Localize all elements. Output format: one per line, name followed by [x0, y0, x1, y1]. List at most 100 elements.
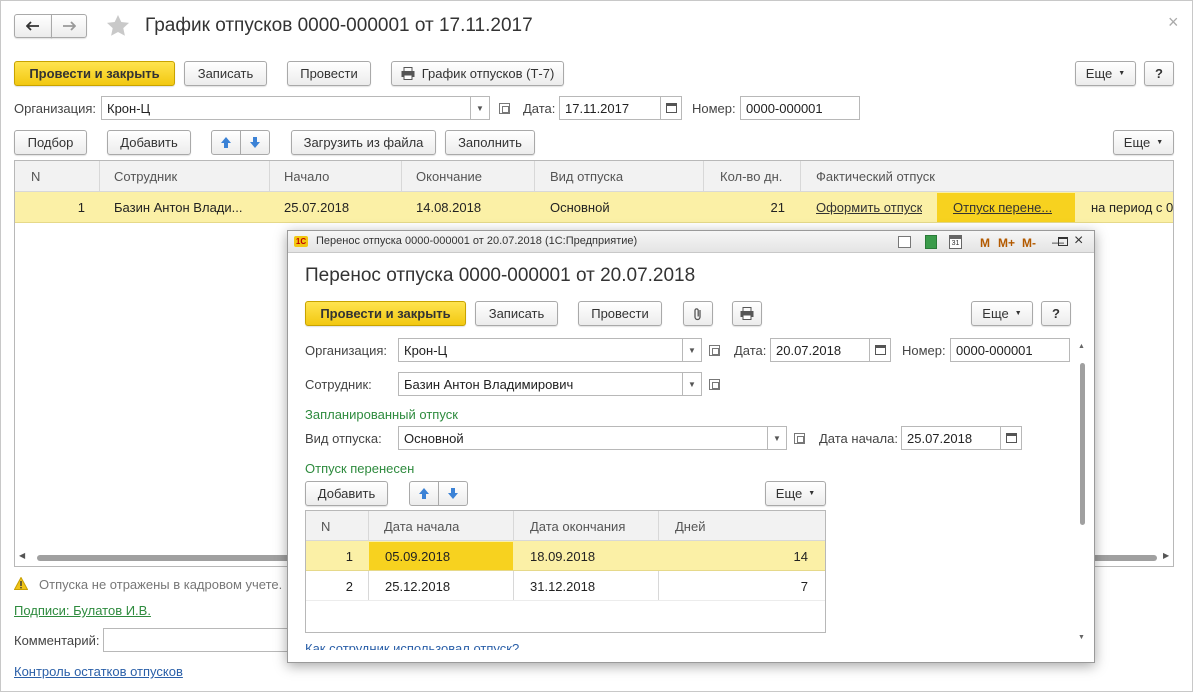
dialog-more-button[interactable]: Еще ▼	[971, 301, 1033, 326]
calendar-header-icon[interactable]: 31	[949, 235, 962, 249]
save-button[interactable]: Записать	[184, 61, 267, 86]
add-button[interactable]: Добавить	[107, 130, 191, 155]
col-employee[interactable]: Сотрудник	[114, 161, 177, 192]
kind-dropdown[interactable]: ▼	[767, 426, 787, 450]
scroll-right-icon[interactable]: ▶	[1163, 551, 1169, 560]
cell-end: 31.12.2018	[530, 578, 596, 594]
kind-open-icon[interactable]	[789, 426, 809, 450]
help-button[interactable]: ?	[1144, 61, 1174, 86]
table-more-button[interactable]: Еще ▼	[1113, 130, 1174, 155]
scroll-down-icon[interactable]: ▼	[1078, 634, 1085, 641]
dialog-date-field[interactable]: 20.07.2018	[770, 338, 870, 362]
memory-mplus-button[interactable]: M+	[998, 236, 1015, 250]
make-vacation-link[interactable]: Оформить отпуск	[816, 192, 922, 223]
col-actual[interactable]: Фактический отпуск	[816, 161, 935, 192]
memory-mminus-button[interactable]: M-	[1022, 236, 1036, 250]
chevron-down-icon: ▼	[1014, 310, 1022, 317]
chevron-down-icon: ▼	[808, 490, 816, 497]
col-days[interactable]: Дней	[675, 511, 705, 541]
dialog-move-down-button[interactable]	[438, 481, 468, 506]
org-field[interactable]: Крон-Ц	[101, 96, 471, 120]
transfer-table: N Дата начала Дата окончания Дней 1 05.0…	[305, 510, 826, 633]
print-preview-icon[interactable]	[898, 236, 911, 248]
col-kind[interactable]: Вид отпуска	[550, 161, 623, 192]
dialog-save-button[interactable]: Записать	[475, 301, 558, 326]
chevron-down-icon: ▼	[476, 103, 484, 113]
table-more-label: Еще	[1123, 135, 1151, 150]
cell-kind: Основной	[550, 200, 610, 215]
start-label: Дата начала:	[819, 431, 898, 446]
chevron-down-icon: ▼	[773, 433, 781, 443]
col-days[interactable]: Кол-во дн.	[720, 161, 782, 192]
col-start[interactable]: Начало	[284, 161, 329, 192]
transferred-group-title: Отпуск перенесен	[305, 461, 415, 476]
transfer-link[interactable]: Отпуск перене...	[953, 192, 1052, 223]
control-balances-link[interactable]: Контроль остатков отпусков	[14, 664, 183, 679]
attach-button[interactable]	[683, 301, 713, 326]
org-open-icon[interactable]	[494, 96, 514, 120]
arrow-left-icon	[26, 21, 39, 31]
arrow-up-icon	[419, 488, 429, 499]
favorite-star-icon[interactable]	[105, 13, 131, 39]
usage-link[interactable]: Как сотрудник использовал отпуск?	[305, 641, 519, 650]
col-start-date[interactable]: Дата начала	[384, 511, 459, 541]
move-down-button[interactable]	[240, 130, 270, 155]
kind-field[interactable]: Основной	[398, 426, 768, 450]
post-and-close-button[interactable]: Провести и закрыть	[14, 61, 175, 86]
employee-open-icon[interactable]	[704, 372, 724, 396]
printer-icon	[401, 67, 415, 80]
dialog-org-dropdown[interactable]: ▼	[682, 338, 702, 362]
print-schedule-button[interactable]: График отпусков (Т-7)	[391, 61, 564, 86]
more-button[interactable]: Еще ▼	[1075, 61, 1136, 86]
start-field[interactable]: 25.07.2018	[901, 426, 1001, 450]
col-n[interactable]: N	[31, 161, 40, 192]
employee-label: Сотрудник:	[305, 377, 372, 392]
org-dropdown-button[interactable]: ▼	[470, 96, 490, 120]
employee-dropdown[interactable]: ▼	[682, 372, 702, 396]
col-end[interactable]: Окончание	[416, 161, 482, 192]
dialog-print-button[interactable]	[732, 301, 762, 326]
dialog-help-button[interactable]: ?	[1041, 301, 1071, 326]
move-up-button[interactable]	[211, 130, 241, 155]
calculator-icon[interactable]	[925, 235, 937, 249]
dialog-number-field[interactable]: 0000-000001	[950, 338, 1070, 362]
load-from-file-button[interactable]: Загрузить из файла	[291, 130, 436, 155]
dialog-org-field[interactable]: Крон-Ц	[398, 338, 683, 362]
dialog-post-button[interactable]: Провести	[578, 301, 662, 326]
back-button[interactable]	[14, 14, 52, 38]
dialog-post-close-button[interactable]: Провести и закрыть	[305, 301, 466, 326]
maximize-icon[interactable]	[1058, 237, 1068, 246]
pick-button[interactable]: Подбор	[14, 130, 87, 155]
number-field[interactable]: 0000-000001	[740, 96, 860, 120]
scroll-up-icon[interactable]: ▲	[1078, 343, 1085, 350]
signatures-link[interactable]: Подписи: Булатов И.В.	[14, 603, 151, 618]
dialog-table-more-button[interactable]: Еще ▼	[765, 481, 826, 506]
dialog-add-button[interactable]: Добавить	[305, 481, 388, 506]
employee-field[interactable]: Базин Антон Владимирович	[398, 372, 683, 396]
col-n[interactable]: N	[321, 511, 330, 541]
cell-days: 14	[793, 548, 808, 564]
col-end-date[interactable]: Дата окончания	[530, 511, 625, 541]
cell-n: 1	[345, 548, 353, 564]
dialog-org-open-icon[interactable]	[704, 338, 724, 362]
chevron-down-icon: ▼	[1118, 70, 1126, 77]
dialog-table-more-label: Еще	[775, 486, 803, 501]
vertical-scrollbar[interactable]	[1080, 363, 1085, 525]
scroll-left-icon[interactable]: ◀	[19, 551, 25, 560]
comment-field[interactable]	[103, 628, 293, 652]
date-field[interactable]: 17.11.2017	[559, 96, 661, 120]
start-calendar-icon[interactable]	[1000, 426, 1022, 450]
post-button[interactable]: Провести	[287, 61, 371, 86]
dialog-title: Перенос отпуска 0000-000001 от 20.07.201…	[305, 265, 696, 286]
memory-m-button[interactable]: M	[980, 236, 990, 250]
dialog-move-up-button[interactable]	[409, 481, 439, 506]
calendar-icon[interactable]	[660, 96, 682, 120]
forward-button[interactable]	[51, 14, 87, 38]
close-dialog-icon[interactable]: ×	[1074, 232, 1083, 250]
close-icon[interactable]: ×	[1168, 12, 1179, 33]
cell-end: 18.09.2018	[530, 548, 596, 564]
fill-button[interactable]: Заполнить	[445, 130, 535, 155]
chevron-down-icon: ▼	[688, 345, 696, 355]
cell-days: 21	[770, 200, 785, 215]
dialog-calendar-icon[interactable]	[869, 338, 891, 362]
